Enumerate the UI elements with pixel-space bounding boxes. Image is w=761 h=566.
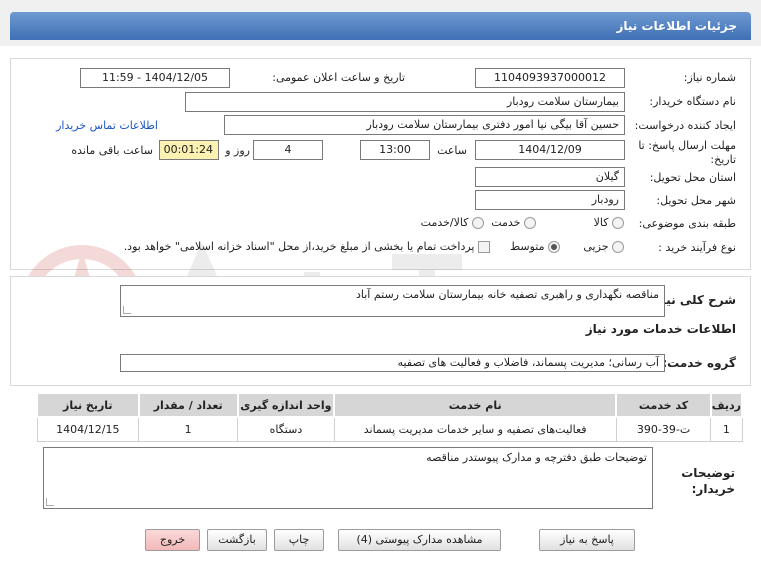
city-field[interactable]: رودبار: [475, 190, 625, 210]
category-option-both[interactable]: کالا/خدمت: [421, 216, 484, 229]
back-button[interactable]: بازگشت: [207, 529, 267, 551]
days-label: روز و: [225, 144, 250, 157]
category-label: طبقه بندی موضوعی:: [638, 217, 736, 230]
resize-grip-icon[interactable]: [123, 306, 131, 314]
cell-service-code: ت-39-390: [615, 416, 712, 442]
service-group-label: گروه خدمت:: [662, 356, 736, 370]
col-row-number: ردیف: [709, 392, 744, 418]
city-label: شهر محل تحویل:: [656, 194, 736, 207]
process-option-minor-label: جزیی: [583, 240, 609, 253]
process-radio-medium[interactable]: [548, 241, 560, 253]
col-need-date: تاریخ نیاز: [36, 392, 140, 418]
description-panel: شرح کلی نیاز: مناقصه نگهداری و راهبری تص…: [10, 276, 751, 386]
process-radio-minor[interactable]: [612, 241, 624, 253]
col-service-code: کد خدمت: [615, 392, 712, 418]
service-group-field[interactable]: آب رسانی؛ مدیریت پسماند، فاضلاب و فعالیت…: [120, 354, 665, 372]
days-field[interactable]: 4: [253, 140, 323, 160]
category-option-goods-label: کالا: [593, 216, 609, 229]
category-radio-service[interactable]: [524, 217, 536, 229]
creator-field[interactable]: حسین آقا بیگی نیا امور دفتری بیمارستان س…: [224, 115, 625, 135]
cell-quantity: 1: [138, 416, 239, 442]
remaining-label: ساعت باقی مانده: [71, 144, 153, 157]
attachments-button[interactable]: مشاهده مدارک پیوستی (4): [338, 529, 501, 551]
province-label: استان محل تحویل:: [649, 171, 736, 184]
cell-service-name: فعالیت‌های تصفیه و سایر خدمات مدیریت پسم…: [333, 416, 617, 442]
treasury-checkbox[interactable]: [478, 241, 490, 253]
creator-label: ایجاد کننده درخواست:: [634, 119, 736, 132]
need-number-label: شماره نیاز:: [683, 71, 736, 84]
buyer-notes-label-2: خریدار:: [691, 482, 735, 496]
treasury-note: پرداخت تمام یا بخشی از مبلغ خرید،از محل …: [123, 240, 475, 253]
col-unit: واحد اندازه گیری: [236, 392, 336, 418]
services-table: ردیف کد خدمت نام خدمت واحد اندازه گیری ت…: [36, 392, 744, 442]
buyer-org-label: نام دستگاه خریدار:: [649, 95, 736, 108]
announce-field[interactable]: 1404/12/05 - 11:59: [80, 68, 230, 88]
deadline-label-1: مهلت ارسال پاسخ: تا: [638, 139, 736, 152]
buyer-notes-field[interactable]: توضیحات طبق دفترچه و مدارک پیوستدر مناقص…: [43, 447, 653, 509]
description-field[interactable]: مناقصه نگهداری و راهبری تصفیه خانه بیمار…: [120, 285, 665, 317]
resize-grip-icon[interactable]: [46, 498, 54, 506]
deadline-time-label: ساعت: [437, 144, 467, 157]
buyer-org-field[interactable]: بیمارستان سلامت رودبار: [185, 92, 625, 112]
province-field[interactable]: گیلان: [475, 167, 625, 187]
deadline-time-field[interactable]: 13:00: [360, 140, 430, 160]
contact-buyer-link[interactable]: اطلاعات تماس خریدار: [56, 119, 158, 132]
description-text: مناقصه نگهداری و راهبری تصفیه خانه بیمار…: [355, 288, 659, 301]
need-number-field[interactable]: 1104093937000012: [475, 68, 625, 88]
reply-button[interactable]: پاسخ به نیاز: [539, 529, 635, 551]
print-button[interactable]: چاپ: [274, 529, 324, 551]
exit-button[interactable]: خروج: [145, 529, 200, 551]
category-radio-goods[interactable]: [612, 217, 624, 229]
cell-row-number: 1: [710, 416, 743, 442]
cell-unit: دستگاه: [237, 416, 335, 442]
process-label: نوع فرآیند خرید :: [658, 241, 736, 254]
process-option-medium[interactable]: متوسط: [510, 240, 560, 253]
remaining-time-field: 00:01:24: [159, 140, 219, 160]
treasury-option[interactable]: پرداخت تمام یا بخشی از مبلغ خرید،از محل …: [124, 240, 490, 253]
category-option-goods[interactable]: کالا: [594, 216, 624, 229]
services-section-title: اطلاعات خدمات مورد نیاز: [585, 322, 736, 336]
table-row[interactable]: 1 ت-39-390 فعالیت‌های تصفیه و سایر خدمات…: [36, 416, 743, 442]
process-option-medium-label: متوسط: [509, 240, 545, 253]
table-header-row: ردیف کد خدمت نام خدمت واحد اندازه گیری ت…: [36, 392, 744, 418]
page-title: جزئیات اطلاعات نیاز: [10, 12, 751, 40]
buyer-notes-panel: توضیحات خریدار: توضیحات طبق دفترچه و مدا…: [10, 444, 751, 520]
deadline-date-field[interactable]: 1404/12/09: [475, 140, 625, 160]
category-option-service-label: خدمت: [491, 216, 521, 229]
category-option-service[interactable]: خدمت: [491, 216, 536, 229]
category-radio-both[interactable]: [472, 217, 484, 229]
announce-label: تاریخ و ساعت اعلان عمومی:: [272, 71, 405, 84]
need-info-panel: شماره نیاز: 1104093937000012 تاریخ و ساع…: [10, 58, 751, 270]
process-option-minor[interactable]: جزیی: [583, 240, 624, 253]
col-service-name: نام خدمت: [333, 392, 618, 418]
category-option-both-label: کالا/خدمت: [420, 216, 469, 229]
buyer-notes-label-1: توضیحات: [681, 466, 735, 480]
items-panel: ردیف کد خدمت نام خدمت واحد اندازه گیری ت…: [10, 388, 751, 442]
col-quantity: تعداد / مقدار: [137, 392, 239, 418]
cell-need-date: 1404/12/15: [36, 416, 140, 442]
buyer-notes-text: توضیحات طبق دفترچه و مدارک پیوستدر مناقص…: [426, 451, 647, 464]
deadline-label-2: تاریخ:: [710, 153, 736, 166]
